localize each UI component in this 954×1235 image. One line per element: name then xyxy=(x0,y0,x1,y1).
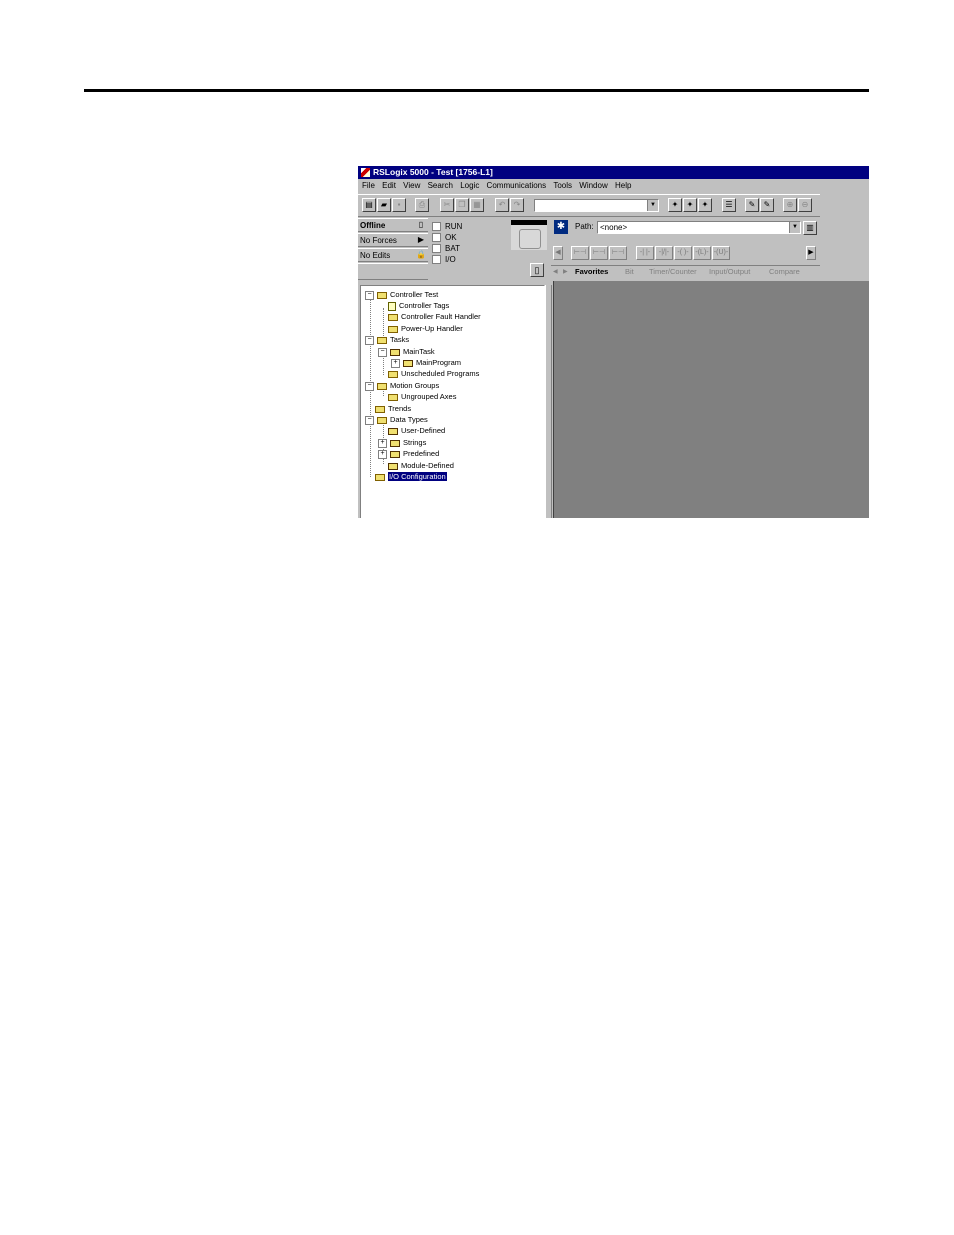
tab-next-icon[interactable]: ▶ xyxy=(563,266,568,278)
instruction-tabs: ◀ ▶ Favorites Bit Timer/Counter Input/Ou… xyxy=(551,265,820,278)
path-label: Path: xyxy=(575,222,594,231)
verify-icon[interactable]: ✦ xyxy=(668,198,682,212)
menu-tools[interactable]: Tools xyxy=(553,179,572,193)
tab-favorites[interactable]: Favorites xyxy=(575,266,608,278)
menu-file[interactable]: File xyxy=(362,179,375,193)
mode-label: Offline xyxy=(360,221,386,230)
browse-path-icon[interactable]: ▥ xyxy=(803,221,817,235)
redo-icon[interactable]: ↷ xyxy=(510,198,524,212)
branch-level-icon[interactable]: ⊢⊣ xyxy=(609,246,627,260)
ok-indicator: OK xyxy=(432,232,457,243)
tree-unscheduled-programs[interactable]: Unscheduled Programs xyxy=(388,368,479,379)
standard-toolbar: ▤ ▰ ▪ ⎙ ✂ ❐ ▦ ↶ ↷ ▼ ✦ ✦ ✦ ☰ ✎ ✎ ⊕ ⊖ xyxy=(358,194,820,217)
tab-input-output[interactable]: Input/Output xyxy=(709,266,750,278)
xic-icon[interactable]: -| |- xyxy=(636,246,654,260)
menu-bar: File Edit View Search Logic Communicatio… xyxy=(358,179,869,193)
tree-main-task[interactable]: − MainTask xyxy=(378,346,435,357)
path-value: <none> xyxy=(600,223,628,232)
edit-properties-icon[interactable]: ✎ xyxy=(760,198,774,212)
print-icon[interactable]: ⎙ xyxy=(415,198,429,212)
copy-icon[interactable]: ❐ xyxy=(455,198,469,212)
tree-main-program[interactable]: + MainProgram xyxy=(391,357,461,368)
page-top-rule xyxy=(84,89,869,92)
tree-powerup-handler[interactable]: Power-Up Handler xyxy=(388,323,463,334)
edit-icon[interactable]: ✎ xyxy=(745,198,759,212)
tree-io-configuration[interactable]: I/O Configuration xyxy=(375,471,447,482)
cut-icon[interactable]: ✂ xyxy=(440,198,454,212)
rslogix-window: RSLogix 5000 - Test [1756-L1] File Edit … xyxy=(358,166,869,518)
forces-label: No Forces xyxy=(360,236,397,245)
tree-tasks[interactable]: − Tasks xyxy=(365,334,409,345)
lock-icon: 🔒 xyxy=(416,250,426,259)
zoom-out-icon[interactable]: ⊖ xyxy=(798,198,812,212)
path-combo[interactable]: <none> ▼ xyxy=(597,221,801,234)
tree-strings[interactable]: + Strings xyxy=(378,437,426,448)
run-indicator: RUN xyxy=(432,221,462,232)
undo-icon[interactable]: ↶ xyxy=(495,198,509,212)
forces-status-dropdown[interactable]: No Forces ▶ xyxy=(358,233,428,247)
branch-icon[interactable]: ⊢⊣ xyxy=(590,246,608,260)
tab-timer-counter[interactable]: Timer/Counter xyxy=(649,266,697,278)
tree-controller-tags[interactable]: Controller Tags xyxy=(388,300,449,311)
edits-status-dropdown[interactable]: No Edits 🔒 xyxy=(358,248,428,262)
paste-icon[interactable]: ▦ xyxy=(470,198,484,212)
tab-compare[interactable]: Compare xyxy=(769,266,800,278)
title-bar: RSLogix 5000 - Test [1756-L1] xyxy=(358,166,869,179)
tree-ungrouped-axes[interactable]: Ungrouped Axes xyxy=(388,391,456,402)
tree-user-defined[interactable]: User-Defined xyxy=(388,425,445,436)
bat-indicator: BAT xyxy=(432,243,460,254)
rslogix-app-icon xyxy=(361,168,370,177)
otu-icon[interactable]: -(U)- xyxy=(712,246,730,260)
controller-status-panel: Offline ▯ No Forces ▶ No Edits 🔒 RUN OK … xyxy=(358,218,548,280)
menu-edit[interactable]: Edit xyxy=(382,179,396,193)
path-bar: ✱ Path: <none> ▼ ▥ xyxy=(551,218,820,239)
menu-search[interactable]: Search xyxy=(428,179,453,193)
rung-icon[interactable]: ⊢⊣ xyxy=(571,246,589,260)
find-combo[interactable]: ▼ xyxy=(534,199,659,212)
menu-window[interactable]: Window xyxy=(579,179,607,193)
routine-workspace xyxy=(553,281,869,518)
scroll-left-icon[interactable]: ◀ xyxy=(553,246,563,260)
open-file-icon[interactable]: ▰ xyxy=(377,198,391,212)
status-blank-row xyxy=(358,263,428,280)
tree-controller[interactable]: − Controller Test xyxy=(365,289,438,300)
menu-help[interactable]: Help xyxy=(615,179,631,193)
new-file-icon[interactable]: ▤ xyxy=(362,198,376,212)
tab-bit[interactable]: Bit xyxy=(625,266,634,278)
chevron-down-icon[interactable]: ▼ xyxy=(647,200,658,211)
instruction-toolbar: ◀ ⊢⊣ ⊢⊣ ⊢⊣ -| |- -|/|- -( )- -(L)- -(U)-… xyxy=(551,242,820,264)
save-icon[interactable]: ▪ xyxy=(392,198,406,212)
tree-fault-handler[interactable]: Controller Fault Handler xyxy=(388,311,481,322)
controller-organizer-tree[interactable]: − Controller Test Controller Tags Control… xyxy=(360,285,545,518)
properties-icon[interactable]: ☰ xyxy=(722,198,736,212)
io-indicator: I/O xyxy=(432,254,456,265)
keyswitch-graphic xyxy=(511,220,547,250)
tree-motion-groups[interactable]: − Motion Groups xyxy=(365,380,439,391)
tree-trends[interactable]: Trends xyxy=(375,403,411,414)
otl-icon[interactable]: -(L)- xyxy=(693,246,711,260)
forces-arrow-icon: ▶ xyxy=(417,235,425,244)
menu-logic[interactable]: Logic xyxy=(460,179,479,193)
edits-label: No Edits xyxy=(360,251,391,260)
zoom-in-icon[interactable]: ⊕ xyxy=(783,198,797,212)
tree-predefined[interactable]: + Predefined xyxy=(378,448,439,459)
network-icon[interactable]: ✱ xyxy=(554,220,568,234)
menu-view[interactable]: View xyxy=(403,179,420,193)
menu-communications[interactable]: Communications xyxy=(487,179,547,193)
xio-icon[interactable]: -|/|- xyxy=(655,246,673,260)
verify-routine-icon[interactable]: ✦ xyxy=(698,198,712,212)
online-status-dropdown[interactable]: Offline ▯ xyxy=(358,218,428,232)
scroll-right-icon[interactable]: ▶ xyxy=(806,246,816,260)
verify-all-icon[interactable]: ✦ xyxy=(683,198,697,212)
tree-module-defined[interactable]: Module-Defined xyxy=(388,460,454,471)
controller-mode-icon: ▯ xyxy=(418,220,424,229)
window-title: RSLogix 5000 - Test [1756-L1] xyxy=(373,167,493,177)
controller-properties-button[interactable]: ▯ xyxy=(530,263,544,277)
tree-data-types[interactable]: − Data Types xyxy=(365,414,428,425)
ote-icon[interactable]: -( )- xyxy=(674,246,692,260)
chevron-down-icon[interactable]: ▼ xyxy=(789,222,800,233)
tree-splitter[interactable] xyxy=(545,285,552,518)
tab-prev-icon[interactable]: ◀ xyxy=(553,266,558,278)
